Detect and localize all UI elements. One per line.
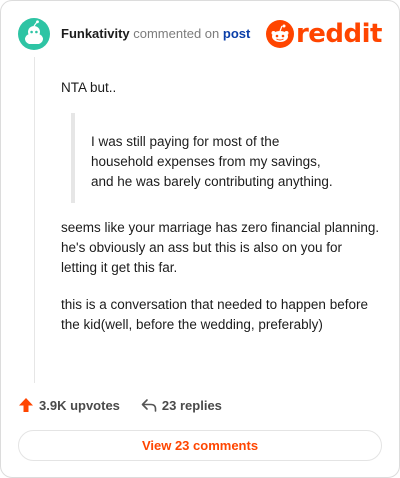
quote-line: and he was barely contributing anything.	[91, 174, 333, 189]
comment-card: Funkativity commented on post reddit NTA…	[0, 0, 400, 478]
comment-paragraph: this is a conversation that needed to ha…	[61, 297, 368, 332]
comment-actions: 3.9K upvotes 23 replies	[18, 397, 222, 413]
reply-button[interactable]: 23 replies	[141, 397, 222, 413]
comment-header: Funkativity commented on post	[61, 26, 250, 42]
quote-line: I was still paying for most of the	[91, 134, 280, 149]
username-link[interactable]: Funkativity	[61, 26, 130, 41]
blockquote: I was still paying for most of the house…	[71, 113, 375, 203]
quote-text: I was still paying for most of the house…	[91, 132, 381, 192]
thread-line	[34, 57, 35, 383]
post-link[interactable]: post	[223, 26, 250, 41]
reddit-logo-icon	[265, 20, 294, 48]
user-avatar-icon[interactable]	[18, 18, 50, 50]
upvote-count: 3.9K upvotes	[39, 397, 120, 413]
upvote-arrow-icon	[19, 398, 33, 412]
comment-paragraph: seems like your marriage has zero financ…	[61, 220, 380, 275]
reply-arrow-icon	[141, 399, 157, 412]
view-comments-button[interactable]: View 23 comments	[18, 430, 382, 461]
reddit-logo[interactable]: reddit	[265, 19, 383, 49]
upvote-button[interactable]: 3.9K upvotes	[18, 397, 120, 413]
comment-intro: NTA but..	[61, 80, 117, 95]
quote-line: household expenses from my savings,	[91, 154, 321, 169]
comment-verb: commented on	[133, 26, 220, 41]
reply-count: 23 replies	[161, 397, 222, 413]
reddit-wordmark: reddit	[295, 19, 383, 49]
